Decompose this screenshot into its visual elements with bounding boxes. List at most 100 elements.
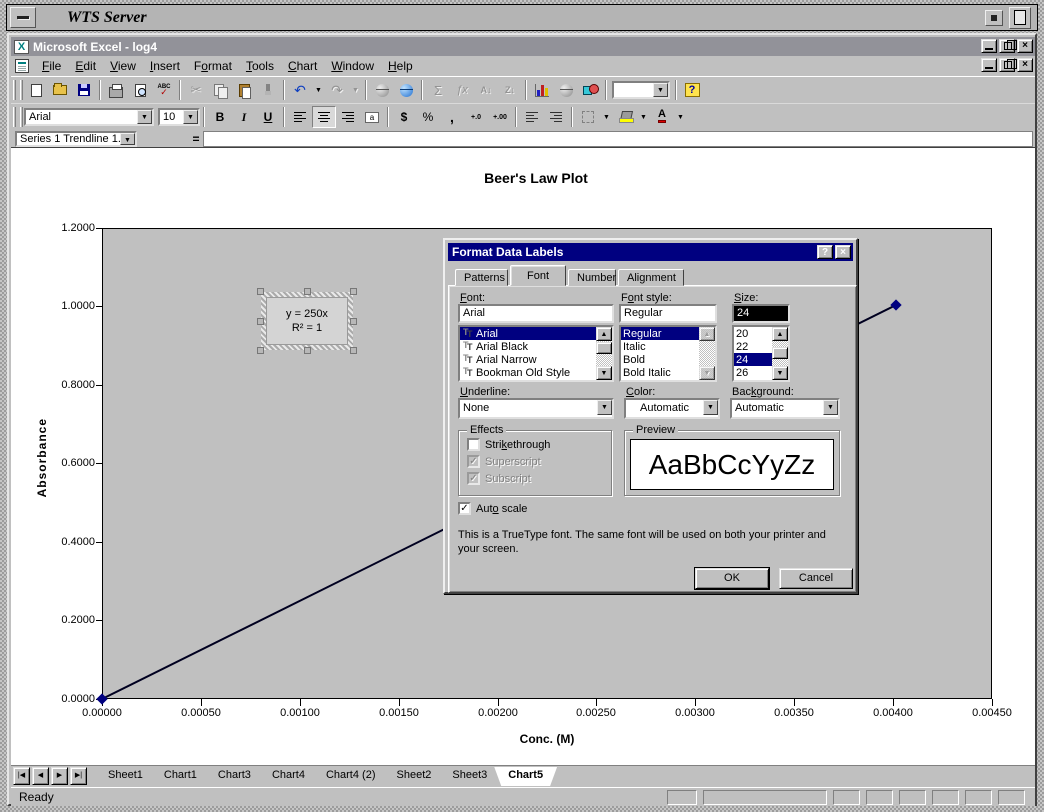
background-combobox[interactable]: Automatic ▼ bbox=[730, 398, 840, 419]
font-option-arial-black[interactable]: Arial Black bbox=[460, 340, 596, 353]
menu-help[interactable]: Help bbox=[381, 57, 420, 75]
y-axis-title[interactable]: Absorbance bbox=[35, 418, 49, 497]
drawing-button[interactable] bbox=[578, 79, 602, 101]
web-toolbar-button[interactable] bbox=[394, 79, 418, 101]
selection-handle[interactable] bbox=[350, 347, 357, 354]
scroll-down-icon[interactable]: ▼ bbox=[772, 366, 788, 380]
map-button[interactable] bbox=[554, 79, 578, 101]
menu-format[interactable]: Format bbox=[187, 57, 239, 75]
next-sheet-button[interactable]: ▶ bbox=[51, 767, 68, 785]
chart-wizard-button[interactable] bbox=[530, 79, 554, 101]
minimize-button[interactable] bbox=[981, 39, 997, 53]
scroll-up-icon[interactable]: ▲ bbox=[699, 327, 715, 341]
redo-dropdown[interactable]: ▼ bbox=[349, 79, 362, 101]
comma-button[interactable]: , bbox=[440, 106, 464, 128]
scroll-thumb[interactable] bbox=[772, 347, 788, 359]
italic-button[interactable]: I bbox=[232, 106, 256, 128]
toolbar-grip[interactable] bbox=[13, 107, 16, 127]
underline-button[interactable]: U bbox=[256, 106, 280, 128]
name-box-dropdown-icon[interactable]: ▼ bbox=[120, 133, 135, 145]
font-option-arial-narrow[interactable]: Arial Narrow bbox=[460, 353, 596, 366]
size-option-22[interactable]: 22 bbox=[734, 340, 772, 353]
tab-patterns[interactable]: Patterns bbox=[455, 269, 508, 286]
selection-handle[interactable] bbox=[257, 347, 264, 354]
bold-button[interactable]: B bbox=[208, 106, 232, 128]
size-input[interactable]: 24 bbox=[732, 304, 790, 323]
menu-edit[interactable]: Edit bbox=[68, 57, 103, 75]
underline-dropdown-icon[interactable]: ▼ bbox=[597, 400, 612, 415]
insert-hyperlink-button[interactable] bbox=[370, 79, 394, 101]
font-name-dropdown-icon[interactable]: ▼ bbox=[137, 110, 152, 124]
workbook-restore-button[interactable] bbox=[999, 58, 1015, 72]
redo-button[interactable]: ↷ bbox=[325, 79, 349, 101]
menu-window[interactable]: Window bbox=[324, 57, 381, 75]
style-option-italic[interactable]: Italic bbox=[621, 340, 699, 353]
sheet-tab-chart3[interactable]: Chart3 bbox=[204, 767, 265, 786]
font-option-arial[interactable]: Arial bbox=[460, 327, 596, 340]
decrease-decimal-button[interactable]: +.00 bbox=[488, 106, 512, 128]
align-left-button[interactable] bbox=[288, 106, 312, 128]
superscript-checkbox[interactable]: ✓ Superscript bbox=[467, 455, 541, 468]
scroll-down-icon[interactable]: ▼ bbox=[699, 366, 715, 380]
checkbox-box[interactable]: ✓ bbox=[467, 472, 480, 485]
checkbox-box[interactable]: ✓ bbox=[458, 502, 471, 515]
undo-dropdown[interactable]: ▼ bbox=[312, 79, 325, 101]
size-option-26[interactable]: 26 bbox=[734, 366, 772, 379]
data-point-marker[interactable] bbox=[96, 693, 107, 704]
toolbar-grip2[interactable] bbox=[20, 107, 23, 127]
increase-indent-button[interactable] bbox=[544, 106, 568, 128]
workbook-close-button[interactable]: × bbox=[1017, 58, 1033, 72]
font-color-button[interactable]: A bbox=[650, 106, 674, 128]
fill-color-button[interactable] bbox=[613, 106, 637, 128]
font-size-combobox[interactable]: 10 ▼ bbox=[158, 108, 200, 126]
size-list[interactable]: 20 22 24 26 ▲ ▼ bbox=[732, 325, 790, 382]
style-option-regular[interactable]: Regular bbox=[621, 327, 699, 340]
fill-color-dropdown[interactable]: ▼ bbox=[637, 106, 650, 128]
font-list[interactable]: Arial Arial Black Arial Narrow Bookman O… bbox=[458, 325, 614, 382]
font-input[interactable]: Arial bbox=[458, 304, 614, 323]
sheet-tab-sheet2[interactable]: Sheet2 bbox=[383, 767, 446, 786]
scroll-down-icon[interactable]: ▼ bbox=[596, 366, 612, 380]
checkbox-box[interactable]: ✓ bbox=[467, 455, 480, 468]
wts-iconify-button[interactable] bbox=[985, 10, 1003, 26]
sheet-tab-sheet1[interactable]: Sheet1 bbox=[94, 767, 157, 786]
data-point-marker[interactable] bbox=[890, 299, 901, 310]
cut-button[interactable]: ✂ bbox=[184, 79, 208, 101]
font-name-combobox[interactable]: Arial ▼ bbox=[24, 108, 154, 126]
undo-button[interactable]: ↶ bbox=[288, 79, 312, 101]
menu-file[interactable]: File bbox=[35, 57, 68, 75]
currency-button[interactable]: $ bbox=[392, 106, 416, 128]
open-button[interactable] bbox=[48, 79, 72, 101]
percent-button[interactable]: % bbox=[416, 106, 440, 128]
underline-combobox[interactable]: None ▼ bbox=[458, 398, 614, 419]
auto-scale-checkbox[interactable]: ✓ Auto scale bbox=[458, 502, 527, 515]
toolbar-grip[interactable] bbox=[13, 80, 16, 100]
sheet-tab-chart4[interactable]: Chart4 bbox=[258, 767, 319, 786]
toolbar-grip2[interactable] bbox=[20, 80, 23, 100]
close-button[interactable]: × bbox=[1017, 39, 1033, 53]
print-preview-button[interactable] bbox=[128, 79, 152, 101]
scroll-up-icon[interactable]: ▲ bbox=[772, 327, 788, 341]
previous-sheet-button[interactable]: ◀ bbox=[32, 767, 49, 785]
size-option-20[interactable]: 20 bbox=[734, 327, 772, 340]
color-combobox[interactable]: Automatic ▼ bbox=[624, 398, 720, 419]
cancel-button[interactable]: Cancel bbox=[779, 568, 853, 589]
print-button[interactable] bbox=[104, 79, 128, 101]
color-dropdown-icon[interactable]: ▼ bbox=[703, 400, 718, 415]
borders-dropdown[interactable]: ▼ bbox=[600, 106, 613, 128]
dialog-close-button[interactable]: × bbox=[835, 245, 851, 259]
selection-handle[interactable] bbox=[304, 288, 311, 295]
format-painter-button[interactable] bbox=[256, 79, 280, 101]
last-sheet-button[interactable]: ▶| bbox=[70, 767, 87, 785]
selection-handle[interactable] bbox=[257, 288, 264, 295]
ok-button[interactable]: OK bbox=[695, 568, 769, 589]
decrease-indent-button[interactable] bbox=[520, 106, 544, 128]
first-sheet-button[interactable]: |◀ bbox=[13, 767, 30, 785]
selection-handle[interactable] bbox=[350, 318, 357, 325]
zoom-dropdown-icon[interactable]: ▼ bbox=[653, 83, 668, 97]
selection-handle[interactable] bbox=[304, 347, 311, 354]
sort-descending-button[interactable]: Z↓ bbox=[498, 79, 522, 101]
dialog-titlebar[interactable]: Format Data Labels ? × bbox=[448, 243, 853, 261]
borders-button[interactable] bbox=[576, 106, 600, 128]
x-axis-title[interactable]: Conc. (M) bbox=[477, 732, 617, 746]
